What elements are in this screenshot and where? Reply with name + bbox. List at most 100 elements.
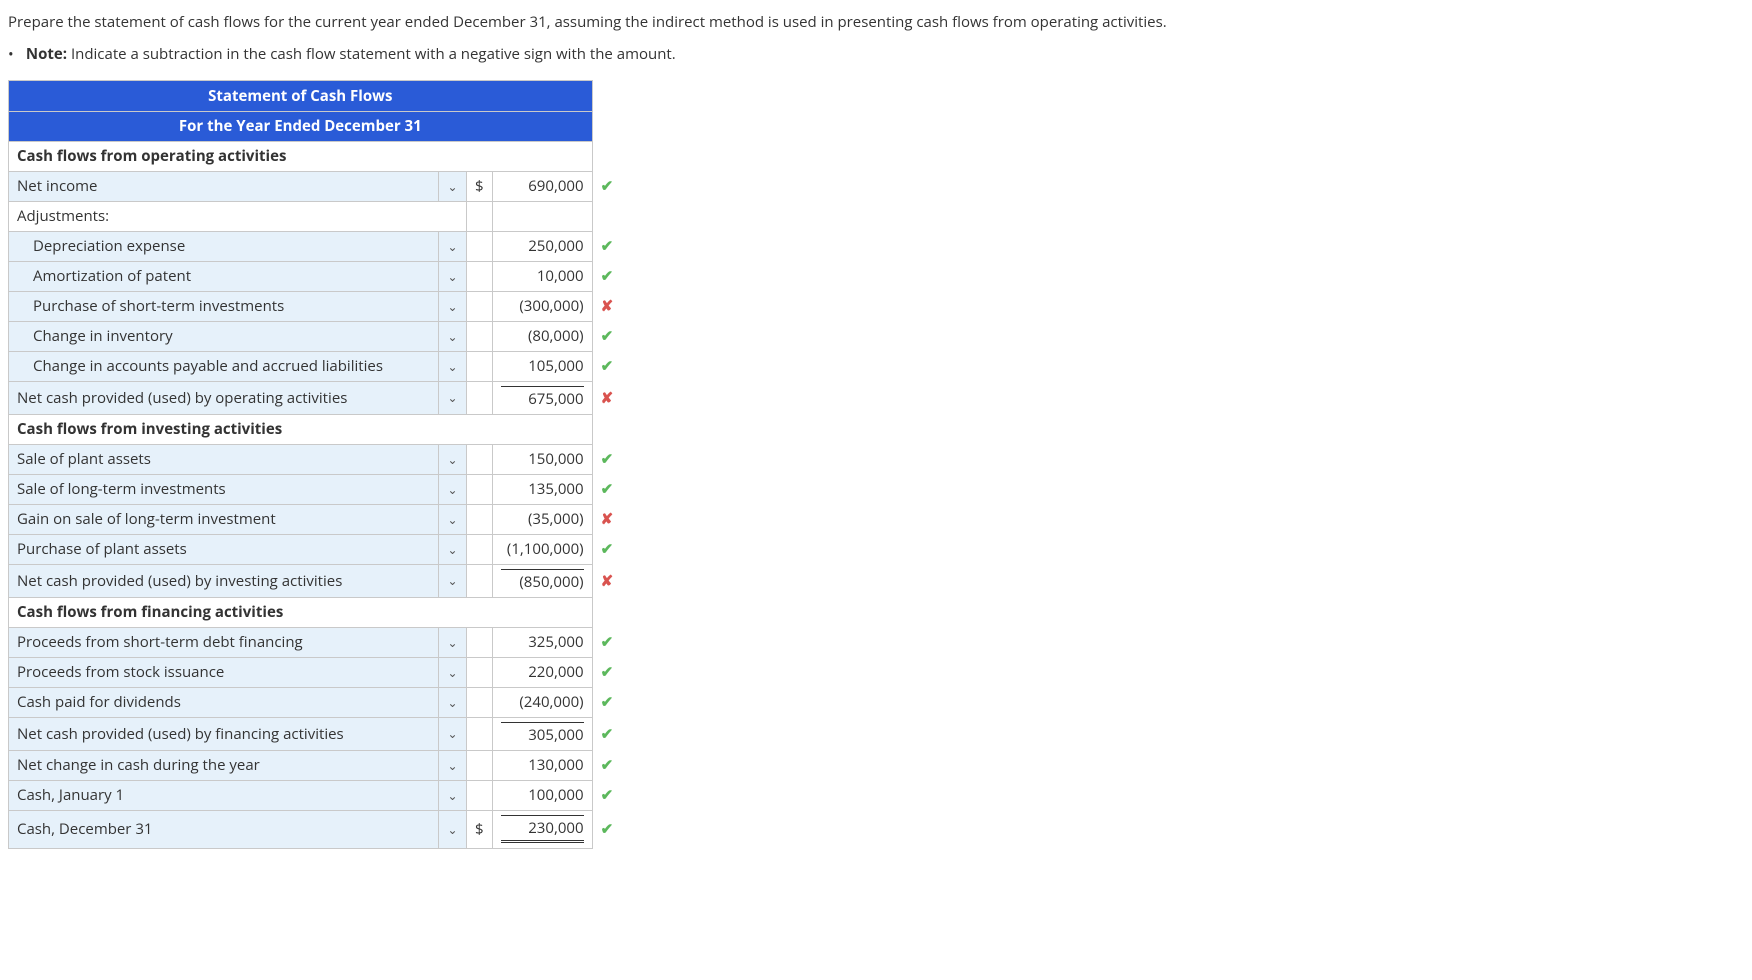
chevron-down-icon[interactable]: ⌄	[439, 564, 467, 597]
label-cell[interactable]: Cash paid for dividends	[9, 687, 439, 717]
chevron-down-icon[interactable]: ⌄	[439, 171, 467, 201]
amount-cell[interactable]: (300,000)	[492, 291, 592, 321]
dollar-cell	[467, 381, 493, 414]
chevron-down-icon[interactable]: ⌄	[439, 687, 467, 717]
label-cell[interactable]: Net income	[9, 171, 439, 201]
table-row: Purchase of short-term investments⌄ (300,…	[9, 291, 622, 321]
amount-cell[interactable]: (240,000)	[492, 687, 592, 717]
dollar-cell	[467, 474, 493, 504]
check-icon: ✔	[592, 231, 622, 261]
amount-cell[interactable]: 305,000	[492, 717, 592, 750]
amount-cell[interactable]: 130,000	[492, 750, 592, 780]
dollar-cell: $	[467, 171, 493, 201]
amount-cell[interactable]: 150,000	[492, 444, 592, 474]
dollar-cell	[467, 564, 493, 597]
table-row: Sale of plant assets⌄150,000✔	[9, 444, 622, 474]
mark-cell	[592, 201, 622, 231]
amount-cell[interactable]: (1,100,000)	[492, 534, 592, 564]
table-row: Amortization of patent⌄ 10,000✔	[9, 261, 622, 291]
check-icon: ✔	[592, 474, 622, 504]
table-row: Net change in cash during the year⌄ 130,0…	[9, 750, 622, 780]
amount-cell[interactable]: 325,000	[492, 627, 592, 657]
table-title-2: For the Year Ended December 31	[9, 111, 593, 141]
section-header-cell: Cash flows from operating activities	[9, 141, 593, 171]
chevron-down-icon[interactable]: ⌄	[439, 351, 467, 381]
cross-icon: ✘	[592, 564, 622, 597]
label-cell[interactable]: Cash, January 1	[9, 780, 439, 810]
label-cell[interactable]: Depreciation expense	[9, 231, 439, 261]
check-icon: ✔	[592, 657, 622, 687]
label-cell[interactable]: Change in accounts payable and accrued l…	[9, 351, 439, 381]
table-row: Proceeds from stock issuance⌄ 220,000✔	[9, 657, 622, 687]
chevron-down-icon[interactable]: ⌄	[439, 534, 467, 564]
label-cell[interactable]: Purchase of short-term investments	[9, 291, 439, 321]
label-cell[interactable]: Net change in cash during the year	[9, 750, 439, 780]
amount-cell	[492, 201, 592, 231]
chevron-down-icon[interactable]: ⌄	[439, 444, 467, 474]
check-icon: ✔	[592, 687, 622, 717]
label-cell[interactable]: Gain on sale of long-term investment	[9, 504, 439, 534]
chevron-down-icon[interactable]: ⌄	[439, 780, 467, 810]
chevron-down-icon[interactable]: ⌄	[439, 261, 467, 291]
check-icon: ✔	[592, 717, 622, 750]
chevron-down-icon[interactable]: ⌄	[439, 810, 467, 848]
chevron-down-icon[interactable]: ⌄	[439, 750, 467, 780]
chevron-down-icon[interactable]: ⌄	[439, 321, 467, 351]
amount-cell[interactable]: 250,000	[492, 231, 592, 261]
check-icon: ✔	[592, 351, 622, 381]
instructions: Prepare the statement of cash flows for …	[8, 10, 1744, 66]
dollar-cell	[467, 717, 493, 750]
label-cell[interactable]: Proceeds from short-term debt financing	[9, 627, 439, 657]
table-row: Net cash provided (used) by investing ac…	[9, 564, 622, 597]
dollar-cell	[467, 261, 493, 291]
label-cell[interactable]: Net cash provided (used) by financing ac…	[9, 717, 439, 750]
label-cell[interactable]: Cash, December 31	[9, 810, 439, 848]
label-cell[interactable]: Sale of long-term investments	[9, 474, 439, 504]
amount-cell[interactable]: 690,000	[492, 171, 592, 201]
label-cell[interactable]: Change in inventory	[9, 321, 439, 351]
table-row: Cash, December 31⌄$230,000✔	[9, 810, 622, 848]
amount-cell[interactable]: 10,000	[492, 261, 592, 291]
amount-cell[interactable]: 100,000	[492, 780, 592, 810]
table-title-1: Statement of Cash Flows	[9, 81, 593, 112]
table-row: Change in accounts payable and accrued l…	[9, 351, 622, 381]
label-cell[interactable]: Purchase of plant assets	[9, 534, 439, 564]
table-row: Sale of long-term investments⌄ 135,000✔	[9, 474, 622, 504]
label-cell[interactable]: Sale of plant assets	[9, 444, 439, 474]
table-row: Adjustments:	[9, 201, 622, 231]
label-cell[interactable]: Net cash provided (used) by investing ac…	[9, 564, 439, 597]
chevron-down-icon[interactable]: ⌄	[439, 504, 467, 534]
amount-cell[interactable]: (35,000)	[492, 504, 592, 534]
table-row: Net income⌄$690,000✔	[9, 171, 622, 201]
table-row: Depreciation expense⌄ 250,000✔	[9, 231, 622, 261]
dollar-cell	[467, 231, 493, 261]
check-icon: ✔	[592, 261, 622, 291]
check-icon: ✔	[592, 627, 622, 657]
chevron-down-icon[interactable]: ⌄	[439, 474, 467, 504]
chevron-down-icon[interactable]: ⌄	[439, 231, 467, 261]
amount-cell[interactable]: (850,000)	[492, 564, 592, 597]
amount-cell[interactable]: 105,000	[492, 351, 592, 381]
amount-cell[interactable]: 230,000	[492, 810, 592, 848]
label-cell[interactable]: Proceeds from stock issuance	[9, 657, 439, 687]
chevron-down-icon[interactable]: ⌄	[439, 291, 467, 321]
dollar-cell	[467, 504, 493, 534]
chevron-down-icon[interactable]: ⌄	[439, 657, 467, 687]
amount-cell[interactable]: (80,000)	[492, 321, 592, 351]
chevron-down-icon[interactable]: ⌄	[439, 381, 467, 414]
chevron-down-icon[interactable]: ⌄	[439, 717, 467, 750]
label-cell[interactable]: Net cash provided (used) by operating ac…	[9, 381, 439, 414]
cross-icon: ✘	[592, 291, 622, 321]
amount-cell[interactable]: 220,000	[492, 657, 592, 687]
mark-cell	[592, 597, 622, 627]
amount-cell[interactable]: 135,000	[492, 474, 592, 504]
label-cell[interactable]: Amortization of patent	[9, 261, 439, 291]
table-row: Gain on sale of long-term investment⌄ (35…	[9, 504, 622, 534]
table-row: Net cash provided (used) by financing ac…	[9, 717, 622, 750]
chevron-down-icon[interactable]: ⌄	[439, 627, 467, 657]
check-icon: ✔	[592, 171, 622, 201]
cross-icon: ✘	[592, 504, 622, 534]
table-row: Net cash provided (used) by operating ac…	[9, 381, 622, 414]
table-row: Cash flows from investing activities	[9, 414, 622, 444]
amount-cell[interactable]: 675,000	[492, 381, 592, 414]
